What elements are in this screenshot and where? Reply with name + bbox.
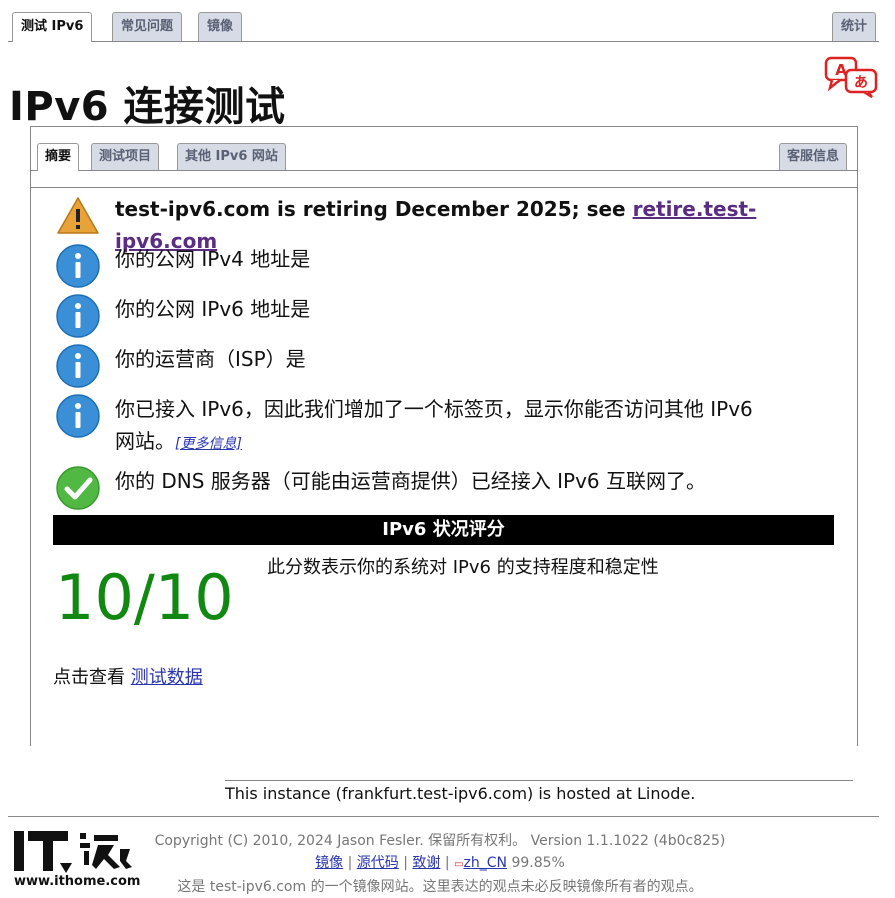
mirror-note: 这是 test-ipv6.com 的一个镜像网站。这里表达的观点未必反映镜像所有…	[177, 879, 703, 895]
divider	[225, 780, 853, 781]
content-frame: 摘要 测试项目 其他 IPv6 网站 客服信息 test-ipv6.com is…	[30, 126, 858, 746]
locale-flag-icon: ▭	[454, 859, 464, 870]
tab-other-ipv6-sites[interactable]: 其他 IPv6 网站	[177, 143, 286, 170]
hosting-info: This instance (frankfurt.test-ipv6.com) …	[225, 784, 696, 803]
isp-text: 你的运营商（ISP）是	[115, 347, 306, 371]
locale-percent: 99.85%	[511, 855, 565, 871]
divider	[31, 187, 857, 188]
tab-help[interactable]: 客服信息	[779, 143, 848, 170]
score-header: IPv6 状况评分	[53, 515, 834, 545]
locale-link[interactable]: zh_CN	[464, 855, 507, 871]
top-tab-bar: 测试 IPv6 常见问题 镜像 统计	[8, 12, 879, 42]
tab-mirrors[interactable]: 镜像	[198, 12, 243, 41]
sub-tab-bar: 摘要 测试项目 其他 IPv6 网站 客服信息	[31, 143, 857, 171]
score-value: 10/10	[55, 561, 234, 634]
page-title: IPv6 连接测试	[9, 84, 286, 130]
more-info-link[interactable]: [更多信息]	[175, 436, 242, 452]
translate-icon[interactable]: A あ	[824, 56, 880, 98]
divider	[8, 816, 879, 817]
has-ipv6-line2: 网站。	[115, 429, 175, 453]
test-data-prefix: 点击查看	[53, 667, 125, 688]
info-circle-icon	[56, 244, 100, 288]
test-data-link[interactable]: 测试数据	[131, 667, 203, 688]
info-circle-icon	[56, 394, 100, 438]
info-circle-icon	[56, 294, 100, 338]
tab-summary[interactable]: 摘要	[37, 143, 80, 171]
tab-stats[interactable]: 统计	[832, 12, 877, 41]
footer: Copyright (C) 2010, 2024 Jason Fesler. 保…	[140, 830, 740, 898]
check-circle-icon	[56, 466, 100, 510]
has-ipv6-text: 你已接入 IPv6，因此我们增加了一个标签页，显示你能否访问其他 IPv6 网站…	[115, 393, 835, 460]
info-circle-icon	[56, 344, 100, 388]
footer-link-mirrors[interactable]: 镜像	[315, 855, 343, 871]
ipv4-text: 你的公网 IPv4 地址是	[115, 247, 311, 271]
retiring-text: test-ipv6.com is retiring December 2025;…	[115, 197, 633, 221]
score-description: 此分数表示你的系统对 IPv6 的支持程度和稳定性	[267, 557, 659, 578]
copyright: Copyright (C) 2010, 2024 Jason Fesler. 保…	[154, 833, 726, 849]
footer-link-credits[interactable]: 致谢	[412, 855, 440, 871]
logo-url: www.ithome.com	[14, 874, 141, 889]
dns-text: 你的 DNS 服务器（可能由运营商提供）已经接入 IPv6 互联网了。	[115, 469, 707, 493]
test-data-line: 点击查看 测试数据	[53, 663, 203, 689]
footer-link-source[interactable]: 源代码	[357, 855, 399, 871]
warning-triangle-icon	[57, 197, 99, 234]
tab-test-ipv6[interactable]: 测试 IPv6	[12, 12, 93, 42]
ipv6-text: 你的公网 IPv6 地址是	[115, 297, 311, 321]
has-ipv6-line1: 你已接入 IPv6，因此我们增加了一个标签页，显示你能否访问其他 IPv6	[115, 397, 753, 421]
tab-faq[interactable]: 常见问题	[112, 12, 183, 41]
tab-tests[interactable]: 测试项目	[91, 143, 160, 170]
footer-links: 镜像 | 源代码 | 致谢 | ▭zh_CN 99.85%	[315, 855, 565, 871]
svg-text:あ: あ	[854, 75, 868, 91]
